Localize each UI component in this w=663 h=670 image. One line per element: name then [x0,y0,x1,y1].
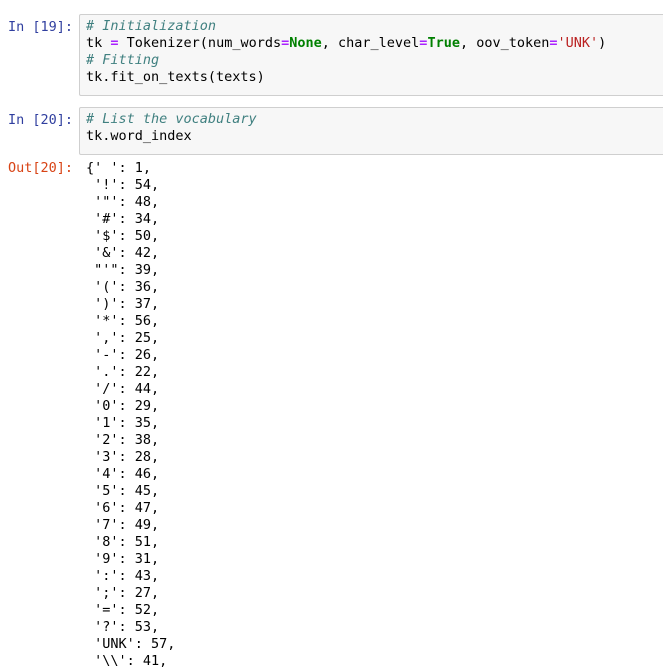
code-token: tk.fit_on_texts(texts) [86,69,265,85]
code-token-comment: # Fitting [86,52,160,68]
output-line: "'": 39, [86,262,160,278]
code-line: tk = Tokenizer(num_words=None, char_leve… [86,35,658,52]
output-line: '-': 26, [86,347,160,363]
input-prompt: In [19]: [8,19,74,35]
code-line: # List the vocabulary [86,111,658,128]
code-line: # Initialization [86,18,658,35]
output-line: {' ': 1, [86,160,152,176]
code-line: tk.fit_on_texts(texts) [86,69,658,86]
output-line: ')': 37, [86,296,160,312]
output-line: '#': 34, [86,211,160,227]
code-token: , oov_token [459,35,550,51]
code-token: ) [598,35,607,51]
output-line: ':': 43, [86,568,160,584]
output-line: '?': 53, [86,619,160,635]
output-line: '6': 47, [86,500,160,516]
code-editor[interactable]: # List the vocabulary tk.word_index [79,107,663,155]
code-line: # Fitting [86,52,658,69]
output-line: '3': 28, [86,449,160,465]
output-line: '4': 46, [86,466,160,482]
code-token-op: = [549,35,558,51]
code-token-op: = [281,35,290,51]
output-line: '*': 56, [86,313,160,329]
output-line: '(': 36, [86,279,160,295]
code-token: tk.word_index [86,128,192,144]
code-token-op: = [110,35,119,51]
output-line: '0': 29, [86,398,160,414]
output-text: {' ': 1, '!': 54, '"': 48, '#': 34, '$':… [86,160,663,670]
code-token: , char_level [321,35,420,51]
output-line: '/': 44, [86,381,160,397]
output-line: '\\': 41, [86,653,168,669]
code-token-string: 'UNK' [557,35,599,51]
output-line: ';': 27, [86,585,160,601]
output-line: '!': 54, [86,177,160,193]
output-line: '"': 48, [86,194,160,210]
output-line: '.': 22, [86,364,160,380]
code-cell-19[interactable]: In [19]: # Initialization tk = Tokenizer(… [0,14,663,96]
code-token-keyword: True [427,35,460,51]
code-token: tk [86,35,111,51]
input-prompt: In [20]: [8,112,74,128]
output-line: '9': 31, [86,551,160,567]
output-prompt: Out[20]: [8,160,74,176]
code-token-keyword: None [289,35,322,51]
output-line: 'UNK': 57, [86,636,176,652]
output-line: '$': 50, [86,228,160,244]
output-line: ',': 25, [86,330,160,346]
output-line: '1': 35, [86,415,160,431]
code-token: Tokenizer(num_words [118,35,282,51]
output-line: '&': 42, [86,245,160,261]
code-cell-20[interactable]: In [20]: # List the vocabulary tk.word_in… [0,107,663,155]
output-line: '2': 38, [86,432,160,448]
output-line: '8': 51, [86,534,160,550]
code-token-comment: # List the vocabulary [86,111,257,127]
output-line: '5': 45, [86,483,160,499]
code-token-comment: # Initialization [86,18,217,34]
code-line: tk.word_index [86,128,658,145]
output-line: '=': 52, [86,602,160,618]
output-line: '7': 49, [86,517,160,533]
code-editor[interactable]: # Initialization tk = Tokenizer(num_words… [79,14,663,96]
